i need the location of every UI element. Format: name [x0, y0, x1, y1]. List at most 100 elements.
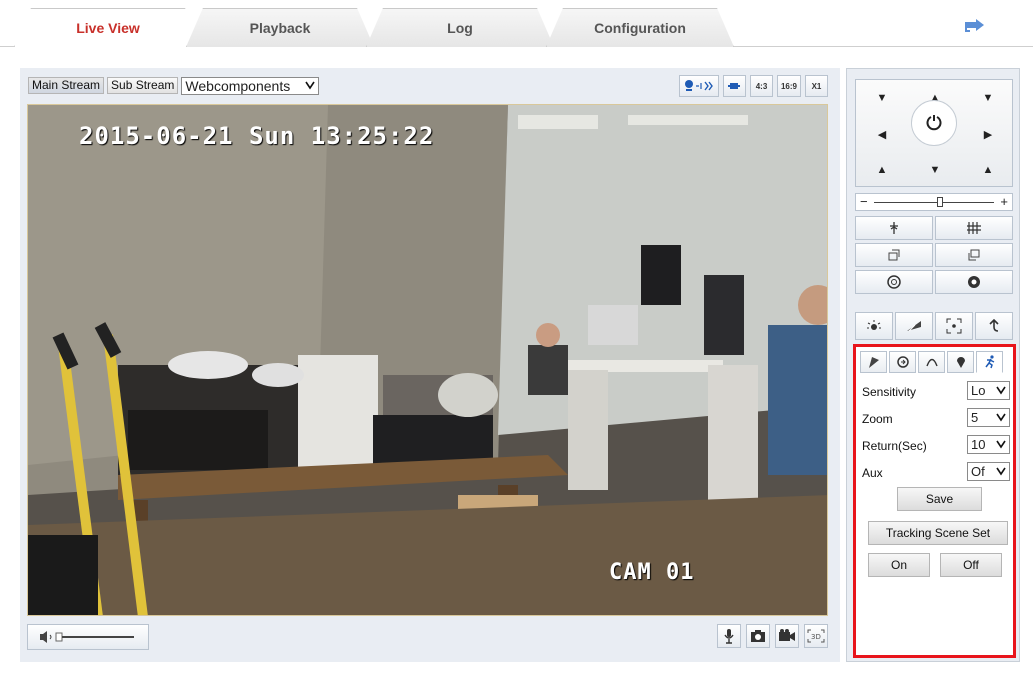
plugin-select[interactable]: Webcomponents — [181, 77, 320, 95]
focus-near-icon — [888, 249, 900, 261]
iris-close-button[interactable] — [935, 270, 1013, 294]
ptz-left-button[interactable]: ◀ — [856, 116, 908, 152]
return-row: Return(Sec) 10 — [862, 435, 1010, 455]
tracking-scene-set-button[interactable]: Tracking Scene Set — [868, 521, 1008, 545]
pattern-icon — [925, 358, 938, 367]
chevron-down-icon — [996, 467, 1006, 476]
zoom-x1-button[interactable]: X1 — [805, 75, 828, 97]
sensitivity-row: Sensitivity Lo — [862, 381, 1010, 401]
patrol-icon — [896, 356, 909, 368]
3d-positioning-icon: 3D — [807, 629, 825, 643]
speed-minus-label: − — [860, 194, 868, 209]
view-toolbar: 4:3 16:9 X1 — [678, 75, 828, 97]
ratio-4-3-button[interactable]: 4:3 — [749, 75, 773, 97]
ptz-up-right-button[interactable]: ▼ — [962, 80, 1014, 116]
tracking-on-button[interactable]: On — [868, 553, 930, 577]
tracking-off-button[interactable]: Off — [940, 553, 1002, 577]
plugin-select-value: Webcomponents — [185, 78, 291, 94]
zoom-out-icon — [967, 222, 981, 234]
speed-track — [874, 202, 994, 203]
ptz-auto-scan-button[interactable] — [911, 100, 957, 146]
ptz-down-left-button[interactable]: ▲ — [856, 152, 908, 188]
tab-configuration[interactable]: Configuration — [546, 8, 734, 47]
tab-patrol[interactable] — [889, 351, 916, 373]
fit-screen-icon — [728, 83, 741, 89]
osd-datetime: 2015-06-21 Sun 13:25:22 — [79, 122, 435, 150]
aux-select[interactable]: Of — [967, 462, 1010, 481]
focus-far-button[interactable] — [935, 243, 1013, 267]
running-person-icon — [984, 355, 994, 369]
record-button[interactable] — [775, 624, 799, 648]
aux-row: Aux Of — [862, 462, 1010, 482]
tab-label: Log — [447, 19, 473, 36]
arrow-down-icon: ▼ — [929, 164, 941, 176]
app-root: Live View Playback Log Configuration Mai… — [0, 0, 1033, 677]
chevron-down-icon — [996, 440, 1006, 449]
auxiliary-focus-button[interactable] — [935, 312, 973, 340]
main-stream-button[interactable]: Main Stream — [28, 77, 105, 94]
ptz-up-left-button[interactable]: ▼ — [856, 80, 908, 116]
focus-near-button[interactable] — [855, 243, 933, 267]
snapshot-button[interactable] — [746, 624, 770, 648]
ptz-speed-slider[interactable]: − + — [855, 193, 1013, 211]
volume-control[interactable] — [27, 624, 149, 650]
original-ratio-button[interactable] — [722, 75, 746, 97]
arrow-up-left-icon: ▲ — [982, 164, 994, 176]
zoom-in-icon — [890, 222, 898, 234]
playback-controls: 3D — [27, 624, 828, 652]
ptz-down-right-button[interactable]: ▲ — [962, 152, 1014, 188]
svg-text:3D: 3D — [811, 633, 821, 641]
camera-icon — [751, 630, 765, 642]
microphone-button[interactable] — [717, 624, 741, 648]
lens-init-button[interactable] — [975, 312, 1013, 340]
chevron-down-icon — [996, 386, 1006, 395]
sensitivity-value: Lo — [971, 383, 986, 398]
zoom-select[interactable]: 5 — [967, 408, 1010, 427]
tab-playback[interactable]: Playback — [186, 8, 374, 47]
iris-open-button[interactable] — [855, 270, 933, 294]
tab-tracking[interactable] — [976, 351, 1003, 373]
zoom-out-button[interactable] — [935, 216, 1013, 240]
smart-tracking-panel: Sensitivity Lo Zoom 5 Return(Sec) 10 Aux… — [853, 344, 1016, 658]
rotate-icon — [926, 115, 942, 131]
return-select[interactable]: 10 — [967, 435, 1010, 454]
auxiliary-focus-icon — [946, 318, 962, 334]
save-button[interactable]: Save — [897, 487, 982, 511]
logout-arrow-icon[interactable] — [962, 18, 990, 34]
iris-controls — [855, 270, 1013, 294]
sensitivity-select[interactable]: Lo — [967, 381, 1010, 400]
return-value: 10 — [971, 437, 986, 452]
tab-label: Live View — [76, 19, 140, 36]
arrow-left-icon: ◀ — [877, 128, 887, 141]
chevron-down-icon — [996, 413, 1006, 422]
tab-live-view[interactable]: Live View — [14, 8, 202, 47]
live-view-panel: Main Stream Sub Stream Webcomponents 4:3… — [20, 68, 840, 662]
zoom-label: Zoom — [862, 412, 893, 426]
tab-preset[interactable] — [860, 351, 887, 373]
tab-scan[interactable] — [947, 351, 974, 373]
tab-log[interactable]: Log — [366, 8, 554, 47]
light-button[interactable] — [855, 312, 893, 340]
aux-value: Of — [971, 464, 985, 479]
capture-tools: 3D — [717, 624, 828, 648]
return-label: Return(Sec) — [862, 439, 927, 453]
zoom-in-button[interactable] — [855, 216, 933, 240]
ptz-right-button[interactable]: ▶ — [962, 116, 1014, 152]
ptz-down-button[interactable]: ▼ — [909, 152, 961, 188]
ptz-function-tabs — [860, 351, 1003, 373]
ptz-direction-pad: ▼ ▲ ▼ ◀ ▶ ▲ ▼ ▲ — [855, 79, 1013, 187]
tab-label: Playback — [249, 19, 311, 36]
tab-pattern[interactable] — [918, 351, 945, 373]
sub-stream-button[interactable]: Sub Stream — [107, 77, 179, 94]
ratio-16-9-button[interactable]: 16:9 — [776, 75, 801, 97]
volume-slider-icon — [40, 631, 134, 643]
wiper-button[interactable] — [895, 312, 933, 340]
light-icon — [867, 320, 881, 330]
preset-flag-icon — [868, 357, 879, 368]
zoom-row: Zoom 5 — [862, 408, 1010, 428]
3d-zoom-button[interactable]: 3D — [804, 624, 828, 648]
speed-knob[interactable] — [937, 197, 943, 207]
iris-close-icon — [968, 276, 980, 288]
live-video-feed[interactable]: 2015-06-21 Sun 13:25:22 CAM 01 — [27, 104, 828, 616]
ptz-locate-button[interactable] — [678, 75, 719, 97]
